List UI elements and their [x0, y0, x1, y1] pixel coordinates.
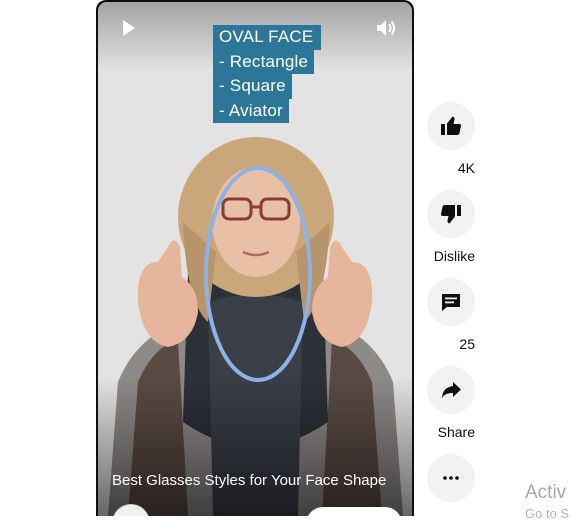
volume-icon[interactable] [374, 16, 398, 40]
share-label: Share [437, 424, 475, 440]
caption-line: - Aviator [213, 98, 289, 123]
share-icon [442, 382, 461, 398]
activate-windows-watermark: Activ [525, 482, 567, 503]
more-horizontal-icon [443, 476, 459, 480]
comments-button[interactable] [427, 278, 475, 326]
thumbs-up-icon [441, 116, 462, 135]
video-caption-overlay: OVAL FACE - Rectangle - Square - Aviator [213, 25, 322, 123]
caption-line: - Rectangle [213, 49, 315, 74]
caption-line: - Square [213, 74, 292, 99]
comment-icon [442, 294, 460, 311]
dislike-button[interactable] [427, 190, 475, 238]
share-button[interactable] [427, 366, 475, 414]
activate-windows-subtext: Go to S [525, 506, 570, 521]
share-action[interactable]: Share [427, 366, 475, 442]
video-frame[interactable]: OVAL FACE - Rectangle - Square - Aviator… [98, 2, 412, 516]
shorts-video-player[interactable]: OVAL FACE - Rectangle - Square - Aviator… [96, 0, 414, 516]
dislike-label: Dislike [433, 248, 475, 264]
caption-line: OVAL FACE [213, 25, 322, 50]
video-title[interactable]: Best Glasses Styles for Your Face Shape [112, 472, 386, 489]
page-margin [0, 0, 96, 516]
like-count: 4K [457, 160, 475, 176]
comment-count: 25 [459, 336, 475, 352]
comments-action[interactable]: 25 [427, 278, 475, 354]
like-action[interactable]: 4K [427, 102, 475, 178]
dislike-action[interactable]: Dislike [427, 190, 475, 266]
play-icon[interactable] [116, 16, 140, 40]
like-button[interactable] [427, 102, 475, 150]
thumbs-down-icon [440, 205, 461, 224]
more-button[interactable] [427, 454, 475, 502]
bottom-gradient [98, 376, 412, 516]
subscribe-button[interactable] [306, 507, 402, 516]
more-action[interactable] [427, 454, 475, 502]
